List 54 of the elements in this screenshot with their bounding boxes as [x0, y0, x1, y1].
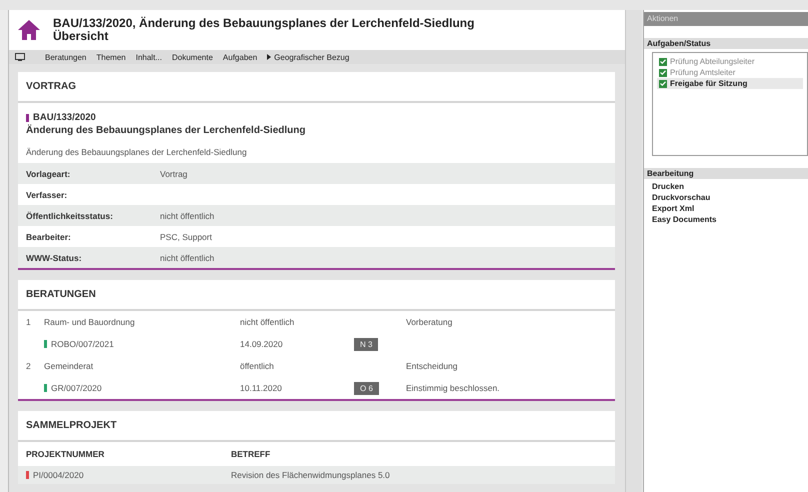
field-value: nicht öffentlich	[160, 252, 214, 262]
page-subtitle: Übersicht	[53, 30, 110, 43]
document-number: BAU/133/2020	[33, 112, 96, 123]
status-text: nicht öffentlich	[240, 317, 296, 327]
field-label: Öffentlichkeitsstatus:	[26, 210, 114, 220]
section-header: Aufgaben/Status	[644, 38, 808, 49]
field-value: PSC, Support	[160, 232, 212, 242]
field-label: Verfasser:	[26, 190, 68, 200]
task-item[interactable]: Freigabe für Sitzung	[657, 78, 803, 89]
agenda-badge: N 3	[354, 338, 378, 350]
project-number[interactable]: PI/0004/2020	[33, 470, 84, 480]
section-heading: VORTRAG	[18, 72, 615, 103]
result-text: Einstimmig beschlossen.	[406, 383, 501, 393]
action-link[interactable]: Drucken	[644, 181, 684, 192]
status-text: öffentlich	[240, 361, 275, 371]
meeting-date: 10.11.2020	[240, 383, 283, 393]
field-label: Vorlageart:	[26, 168, 72, 178]
field-value: nicht öffentlich	[160, 210, 214, 220]
caret-icon	[267, 54, 272, 60]
field-label: WWW-Status:	[26, 252, 83, 262]
toolbar-tab[interactable]: Inhalt...	[136, 52, 162, 62]
toolbar-tab[interactable]: Themen	[96, 52, 126, 62]
consultation-type: Vorberatung	[406, 317, 454, 327]
page-title: BAU/133/2020, Änderung des Bebauungsplanes der Lerchenfeld-Siedlung	[53, 17, 474, 30]
action-link[interactable]: Export Xml	[644, 203, 694, 214]
home-icon[interactable]	[17, 19, 41, 41]
document-title: Änderung des Bebauungsplanes der Lerchenfeld-Siedlung	[26, 125, 306, 136]
section-header: Bearbeitung	[644, 168, 808, 179]
column-header: PROJEKTNUMMER	[26, 449, 106, 459]
section-heading: SAMMELPROJEKT	[18, 411, 615, 442]
toolbar-expander[interactable]: Geografischer Bezug	[267, 52, 350, 62]
field-label: Bearbeiter:	[26, 232, 72, 242]
meeting-number[interactable]: ROBO/007/2021	[51, 339, 114, 349]
row-number: 1	[26, 317, 32, 327]
section-heading: BERATUNGEN	[18, 280, 615, 311]
committee-name: Raum- und Bauordnung	[44, 317, 136, 327]
consultation-type: Entscheidung	[406, 361, 459, 371]
action-link[interactable]: Easy Documents	[644, 214, 716, 225]
agenda-badge: O 6	[354, 382, 379, 394]
meeting-number[interactable]: GR/007/2020	[51, 383, 102, 393]
description: Änderung des Bebauungsplanes der Lerchenfeld-Siedlung	[26, 147, 248, 157]
field-value: Vortrag	[160, 168, 188, 178]
table-cell-text: Revision des Flächenwidmungsplanes 5.0	[231, 470, 391, 480]
checkbox[interactable]	[659, 80, 667, 88]
committee-name: Gemeinderat	[44, 361, 94, 371]
screen-icon[interactable]	[15, 53, 25, 61]
row-number: 2	[26, 361, 32, 371]
column-header: BETREFF	[231, 449, 272, 459]
panel-title: Aktionen	[644, 12, 808, 26]
toolbar-tab[interactable]: Aufgaben	[222, 52, 258, 62]
action-link[interactable]: Druckvorschau	[644, 192, 710, 203]
meeting-date: 14.09.2020	[240, 339, 284, 349]
toolbar-tab[interactable]: Dokumente	[172, 52, 213, 62]
toolbar-tab[interactable]: Beratungen	[45, 52, 86, 62]
